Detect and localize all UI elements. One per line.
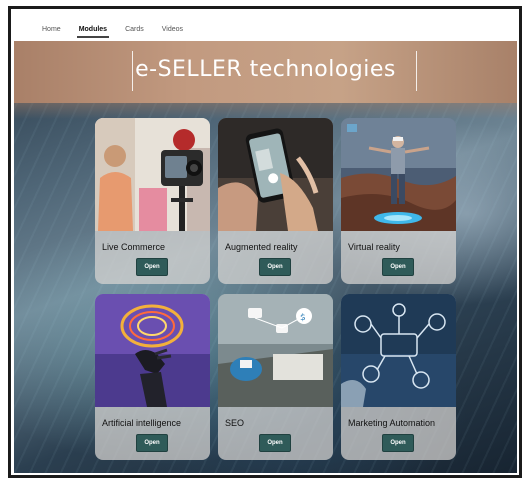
module-card-marketing-automation: Marketing Automation Open [341, 294, 456, 460]
card-title: Augmented reality [225, 242, 298, 252]
robot-hand-icon [95, 294, 210, 407]
card-title: Virtual reality [348, 242, 400, 252]
banner-divider-right [416, 51, 417, 91]
modules-stage: e-SELLER technologies Live Commerce Open… [14, 41, 517, 473]
banner-divider-left [132, 51, 133, 91]
automation-network-icon [341, 294, 456, 407]
card-title: SEO [225, 418, 245, 428]
module-card-seo: $ SEO Open [218, 294, 333, 460]
card-title: Artificial intelligence [102, 418, 182, 428]
module-card-virtual-reality: Virtual reality Open [341, 118, 456, 284]
tab-videos[interactable]: Videos [153, 26, 192, 41]
top-nav: Home Modules Cards Videos [11, 9, 519, 41]
open-button[interactable]: Open [259, 258, 291, 276]
tab-cards[interactable]: Cards [116, 26, 153, 41]
page-title: e-SELLER technologies [135, 56, 396, 82]
app-window: Home Modules Cards Videos e-SELLER techn… [8, 6, 522, 478]
tab-modules[interactable]: Modules [70, 26, 116, 41]
module-card-live-commerce: Live Commerce Open [95, 118, 210, 284]
open-button[interactable]: Open [382, 258, 414, 276]
open-button[interactable]: Open [382, 434, 414, 452]
card-title: Live Commerce [102, 242, 166, 252]
module-card-artificial-intelligence: Artificial intelligence Open [95, 294, 210, 460]
vr-headset-icon [341, 118, 456, 231]
tab-home[interactable]: Home [33, 26, 70, 41]
seo-network-icon: $ [218, 294, 333, 407]
page-banner: e-SELLER technologies [14, 41, 517, 103]
open-button[interactable]: Open [136, 434, 168, 452]
card-title: Marketing Automation [348, 418, 436, 428]
module-card-augmented-reality: Augmented reality Open [218, 118, 333, 284]
smartphone-icon [218, 118, 333, 231]
open-button[interactable]: Open [259, 434, 291, 452]
open-button[interactable]: Open [136, 258, 168, 276]
camera-icon [95, 118, 210, 231]
